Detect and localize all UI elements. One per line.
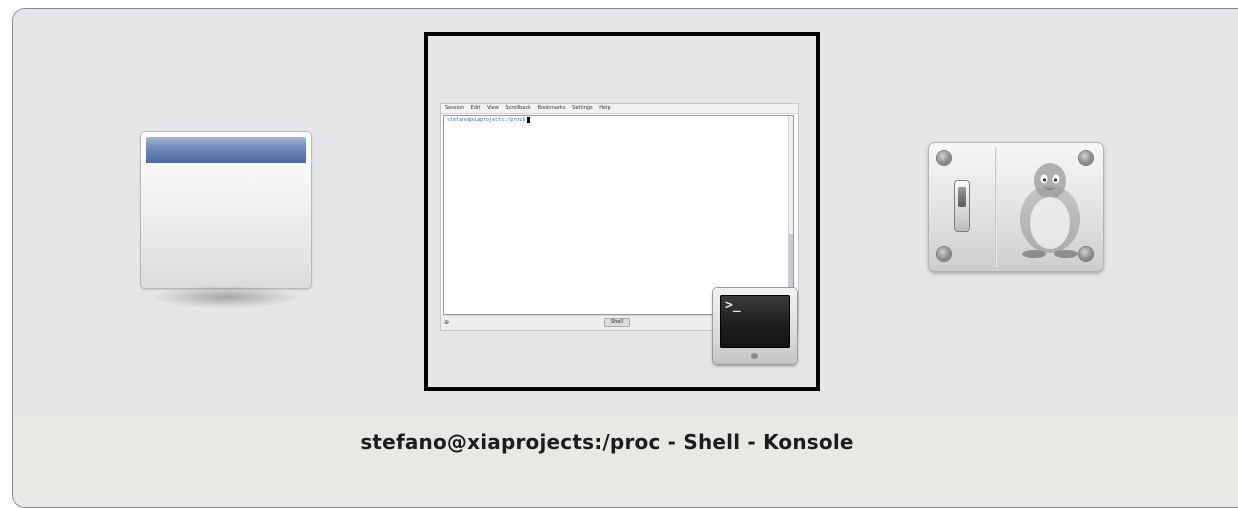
terminal-cursor (527, 117, 531, 123)
konsole-menubar: Session Edit View Scrollback Bookmarks S… (441, 104, 798, 114)
konsole-icon-screen: >_ (720, 295, 790, 348)
terminal-prompt-text: stefano@xiaprojects:/proc$ (447, 117, 526, 123)
window-titlebar-graphic (146, 137, 306, 163)
screw-top-left (937, 151, 951, 165)
new-tab-icon: ⊕ (444, 319, 450, 326)
tux-penguin-icon (1020, 163, 1080, 258)
konsole-icon-knob (751, 353, 758, 359)
screw-bottom-left (937, 247, 951, 261)
window-shadow (155, 286, 297, 308)
window-icon (141, 132, 311, 288)
window-thumbnail-system-settings[interactable] (929, 143, 1103, 271)
menu-item: Settings (572, 105, 593, 111)
window-caption: stefano@xiaprojects:/proc - Shell - Kons… (360, 430, 854, 454)
konsole-icon: >_ (713, 288, 797, 364)
window-thumbnail-generic[interactable] (141, 132, 311, 310)
switch-lever (958, 187, 966, 207)
prompt-glyph: >_ (725, 298, 741, 313)
menu-item: Help (599, 105, 611, 111)
menu-item: View (486, 105, 499, 111)
konsole-terminal-area: stefano@xiaprojects:/proc$ (443, 115, 794, 315)
panel-divider (995, 147, 997, 267)
terminal-prompt: stefano@xiaprojects:/proc$ (447, 117, 531, 123)
menu-item: Scrollback (505, 105, 532, 111)
terminal-scrollbar (788, 116, 793, 314)
menu-item: Bookmarks (537, 105, 566, 111)
tab-shell: Shell (604, 318, 630, 327)
menu-item: Session (445, 105, 465, 111)
menu-item: Edit (470, 105, 481, 111)
